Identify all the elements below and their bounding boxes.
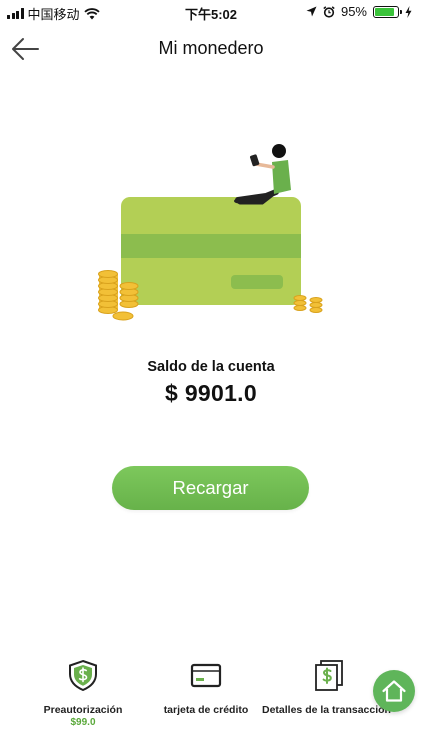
home-button[interactable]	[373, 670, 415, 712]
wallet-illustration	[90, 140, 340, 330]
location-icon	[306, 6, 317, 17]
battery-percent: 95%	[340, 4, 367, 19]
arrow-left-icon	[12, 38, 39, 60]
transaction-details-menu-item[interactable]: Detalles de la transacción	[262, 650, 392, 716]
battery-level-fill	[375, 7, 394, 16]
credit-card-label: tarjeta de crédito	[163, 704, 249, 716]
balance-value: $ 9901.0	[165, 380, 257, 406]
battery-icon	[373, 5, 402, 18]
preauthorization-amount: $99.0	[70, 717, 96, 728]
person-figure	[234, 144, 291, 205]
wallet-card-illustration	[98, 144, 323, 321]
back-button[interactable]	[10, 36, 44, 64]
charging-icon	[405, 5, 412, 18]
nav-bar: Mi monedero	[0, 28, 422, 72]
preauthorization-menu-item[interactable]: Preautorización $99.0	[18, 650, 148, 728]
recharge-button[interactable]: Recargar	[112, 466, 309, 510]
transaction-details-label: Detalles de la transacción	[262, 704, 391, 716]
balance-label: Saldo de la cuenta	[147, 359, 275, 375]
alarm-icon	[323, 5, 335, 18]
status-bar: 中国移动 下午5:02 95%	[0, 0, 422, 24]
credit-card-menu-item[interactable]: tarjeta de crédito	[141, 650, 271, 716]
shield-dollar-icon	[69, 659, 97, 691]
preauthorization-label: Preautorización	[43, 704, 123, 716]
page-title: Mi monedero	[158, 38, 264, 58]
documents-dollar-icon	[315, 660, 343, 691]
credit-card-icon	[190, 663, 222, 688]
bottom-menu: Preautorización $99.0 tarjeta de crédito…	[0, 650, 422, 750]
home-icon	[382, 680, 406, 702]
status-right: 95%	[306, 4, 412, 19]
